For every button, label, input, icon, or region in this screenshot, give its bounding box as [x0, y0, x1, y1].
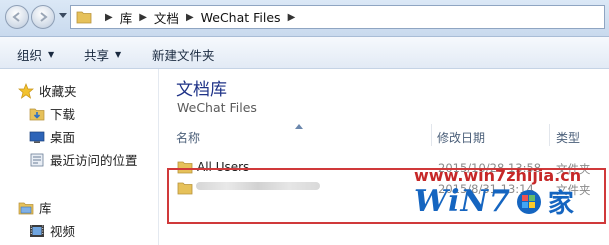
back-arrow-icon: [12, 12, 20, 22]
column-divider[interactable]: [549, 124, 550, 146]
breadcrumb-item-documents[interactable]: 文档: [154, 8, 179, 27]
address-row: ▶ 库 ▶ 文档 ▶ WeChat Files ▶: [0, 0, 609, 37]
navigation-pane: 收藏夹 下载 桌面 最近访问的位置 库 视频: [0, 69, 159, 245]
sidebar-item-downloads[interactable]: 下载: [29, 104, 75, 123]
library-subtitle: WeChat Files: [177, 100, 257, 115]
sidebar-item-libraries[interactable]: 库: [18, 198, 52, 217]
watermark-logo: WiN7 家: [414, 183, 574, 220]
watermark-brand-suffix: 家: [547, 189, 574, 219]
folder-icon: [76, 11, 92, 24]
star-icon: [18, 82, 34, 99]
address-bar[interactable]: ▶ 库 ▶ 文档 ▶ WeChat Files ▶: [70, 5, 605, 29]
share-button[interactable]: 共享 ▼: [84, 45, 121, 64]
sidebar-item-label: 视频: [50, 224, 76, 239]
sidebar-item-favorites[interactable]: 收藏夹: [18, 81, 77, 100]
sidebar-item-desktop[interactable]: 桌面: [29, 127, 75, 146]
watermark-brand-text: WiN7: [414, 184, 511, 219]
windows-logo-icon: [516, 189, 541, 214]
column-header-name[interactable]: 名称: [176, 129, 200, 146]
breadcrumb-separator: ▶: [287, 11, 296, 23]
desktop-icon: [29, 131, 45, 143]
organize-button[interactable]: 组织 ▼: [17, 45, 54, 64]
recent-places-icon: [30, 153, 44, 166]
organize-label: 组织: [17, 48, 43, 63]
new-folder-label: 新建文件夹: [152, 48, 215, 63]
sidebar-item-label: 桌面: [50, 130, 76, 145]
sidebar-item-label: 收藏夹: [39, 84, 77, 99]
history-dropdown-icon[interactable]: [59, 13, 67, 19]
command-toolbar: 组织 ▼ 共享 ▼ 新建文件夹: [0, 37, 609, 69]
breadcrumb-item-libraries[interactable]: 库: [120, 8, 133, 27]
breadcrumb-separator: ▶: [185, 11, 194, 23]
sidebar-item-recent-places[interactable]: 最近访问的位置: [29, 150, 138, 169]
libraries-icon: [18, 202, 34, 214]
library-title: 文档库: [176, 80, 227, 100]
new-folder-button[interactable]: 新建文件夹: [152, 45, 215, 64]
share-label: 共享: [84, 48, 110, 63]
forward-button[interactable]: [31, 5, 55, 29]
sidebar-item-videos[interactable]: 视频: [29, 221, 75, 240]
breadcrumb-separator: ▶: [105, 11, 113, 23]
breadcrumb-item-wechat-files[interactable]: WeChat Files: [201, 10, 281, 25]
breadcrumb-separator: ▶: [139, 11, 147, 23]
downloads-icon: [29, 108, 45, 120]
video-icon: [30, 224, 44, 237]
chevron-down-icon: ▼: [48, 50, 55, 59]
chevron-down-icon: ▼: [115, 50, 122, 59]
sidebar-item-label: 库: [39, 201, 52, 216]
sidebar-item-label: 下载: [50, 107, 76, 122]
column-header-type[interactable]: 类型: [556, 129, 580, 146]
back-button[interactable]: [5, 5, 29, 29]
column-divider[interactable]: [431, 124, 432, 146]
column-header-modified[interactable]: 修改日期: [437, 129, 485, 146]
sort-ascending-icon: [295, 124, 303, 129]
forward-arrow-icon: [40, 12, 48, 22]
sidebar-item-label: 最近访问的位置: [50, 153, 138, 168]
